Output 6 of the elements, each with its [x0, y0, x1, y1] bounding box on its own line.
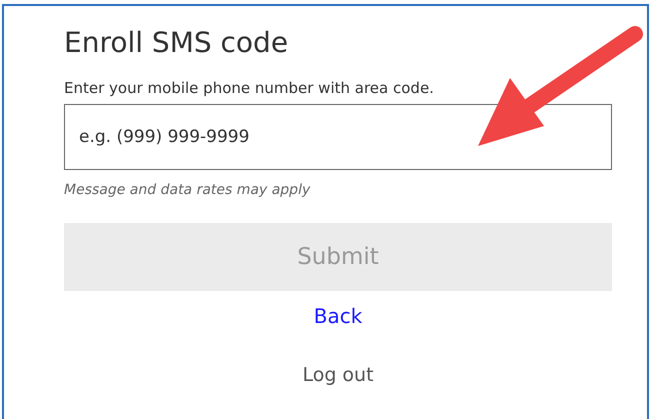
logout-link[interactable]: Log out [302, 361, 374, 390]
back-link[interactable]: Back [314, 301, 362, 331]
phone-input-field[interactable]: e.g. (999) 999-9999 [64, 104, 612, 170]
instruction-text: Enter your mobile phone number with area code. [64, 78, 435, 98]
page-title: Enroll SMS code [64, 26, 290, 60]
hint-text: Message and data rates may apply [64, 181, 312, 200]
